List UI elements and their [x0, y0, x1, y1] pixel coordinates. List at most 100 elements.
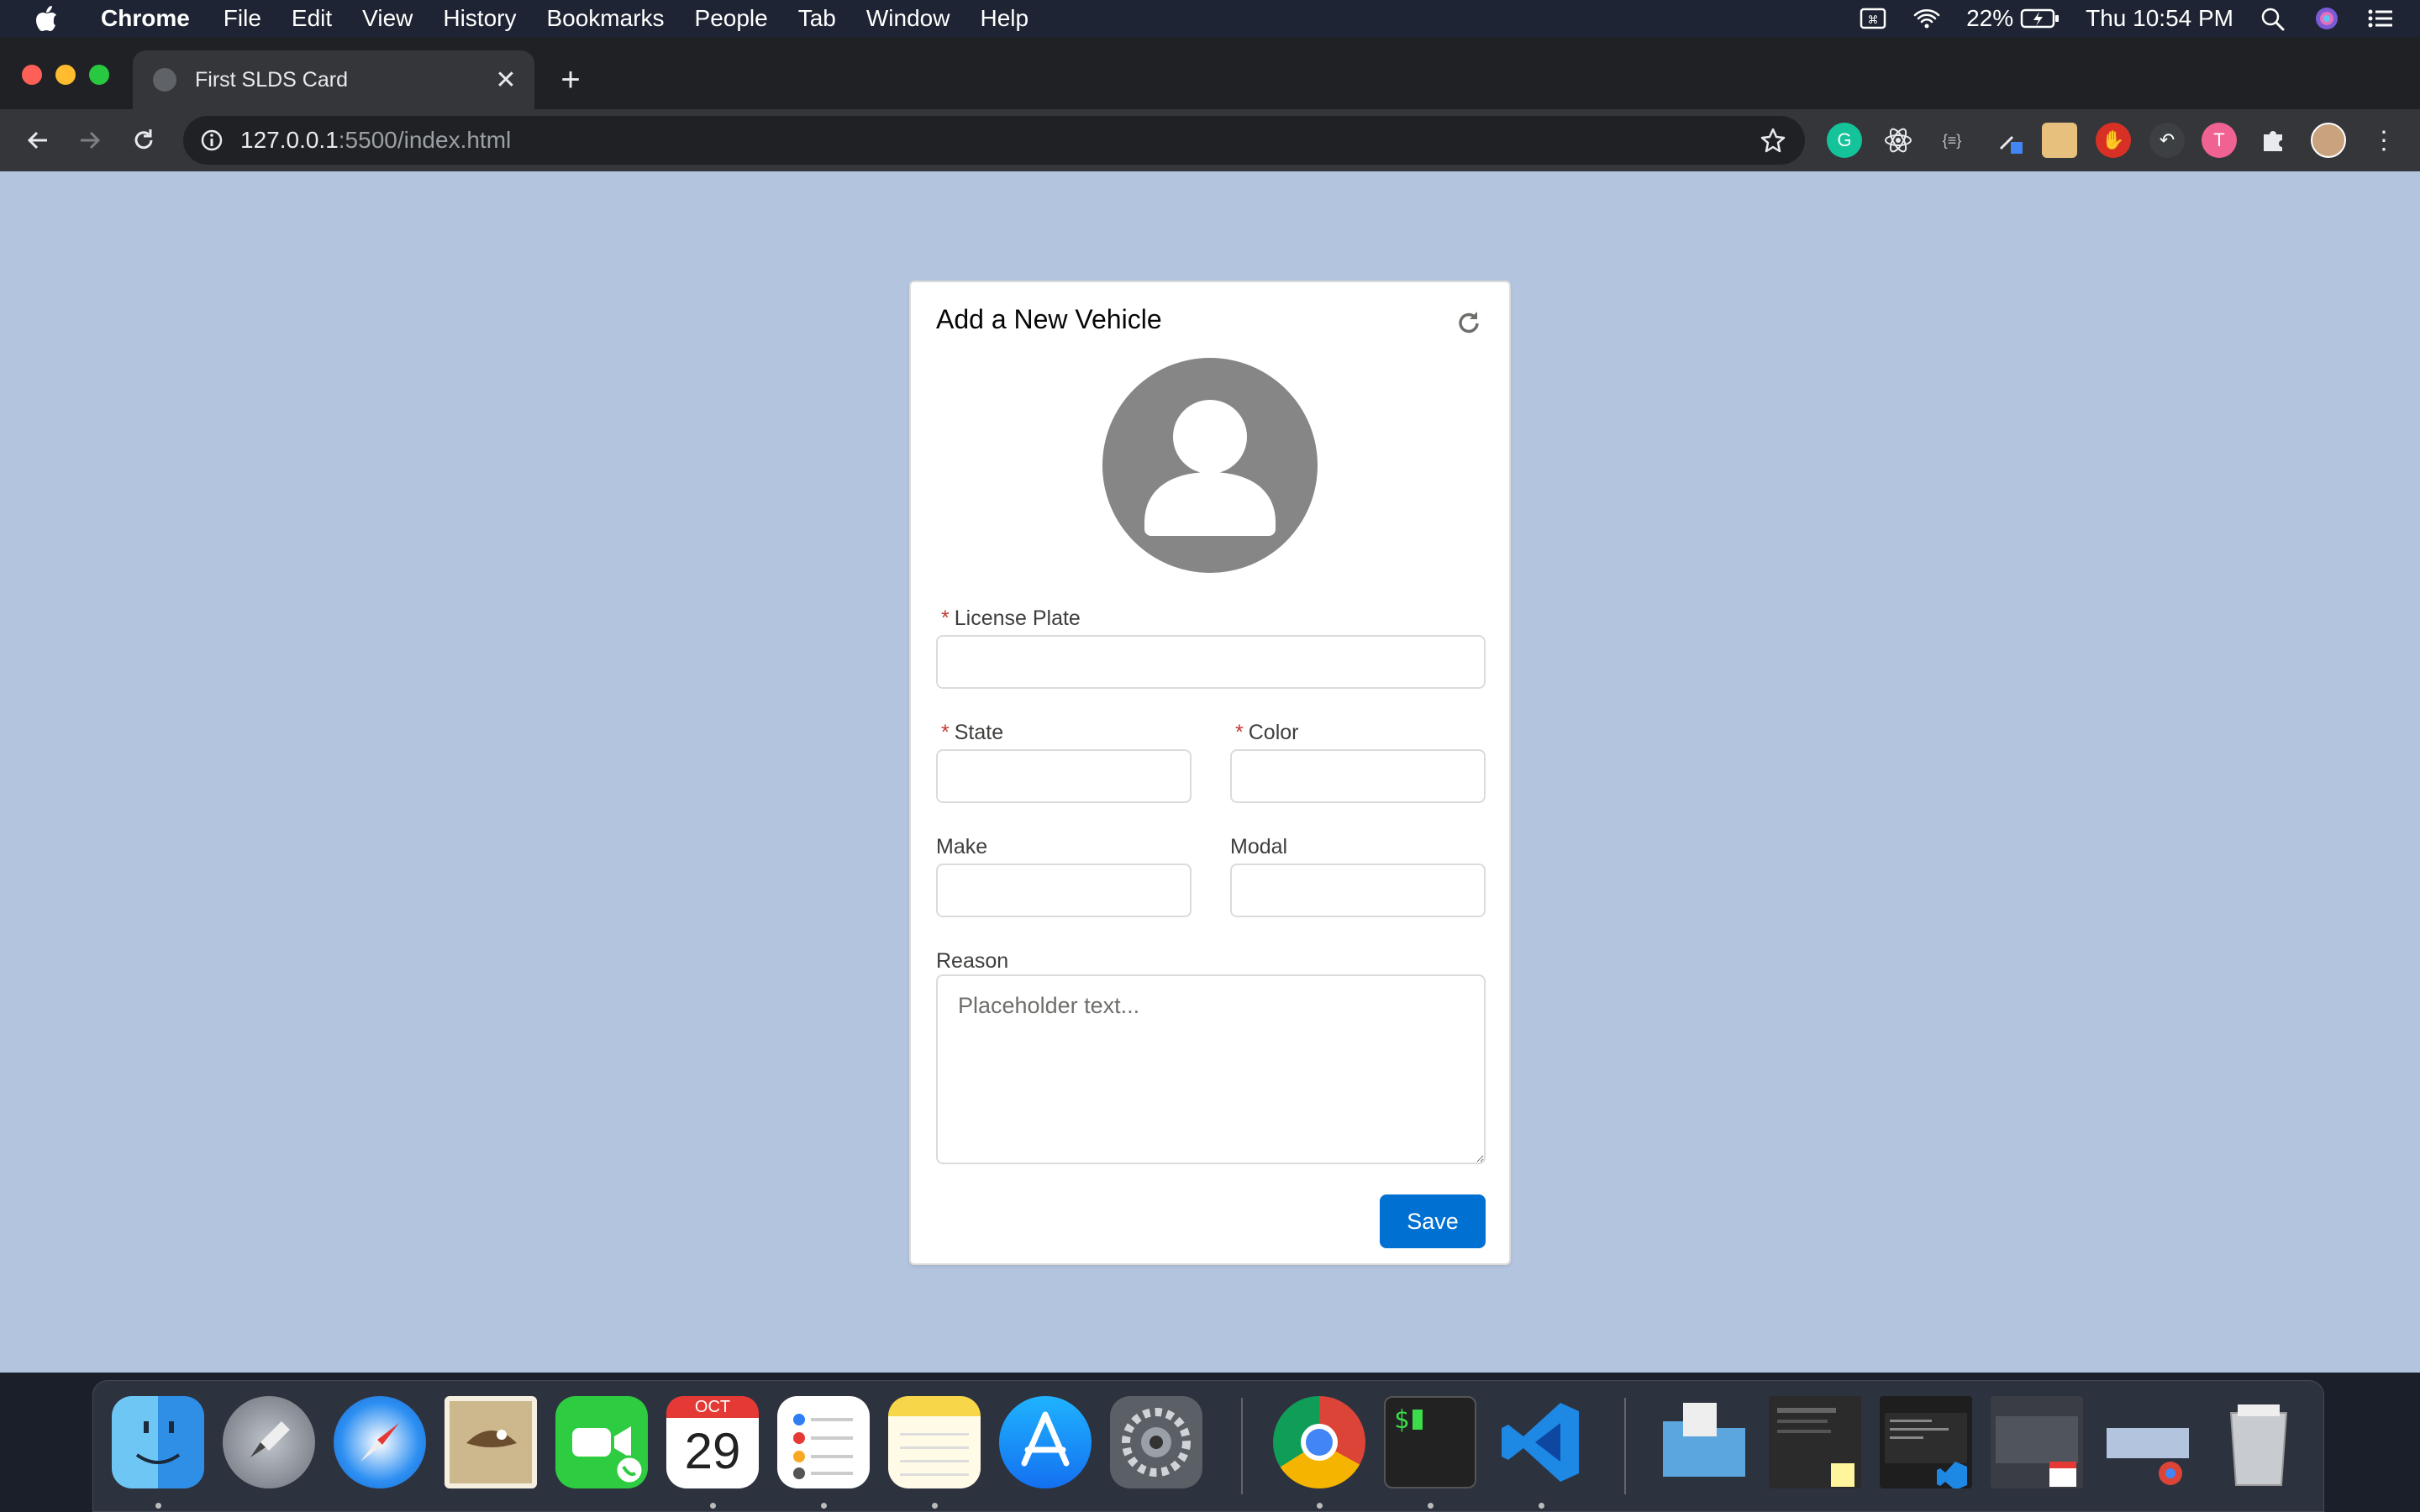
box-extension-icon[interactable]	[2042, 123, 2077, 158]
menu-edit[interactable]: Edit	[292, 5, 332, 32]
macos-dock: OCT 29 $	[92, 1380, 2324, 1512]
vscode-window-thumbnail[interactable]	[1880, 1396, 1972, 1490]
chrome-center-icon	[1301, 1424, 1338, 1461]
terminal-icon[interactable]: $	[1384, 1396, 1476, 1488]
trash-can-icon	[2229, 1404, 2288, 1486]
react-devtools-extension-icon[interactable]	[1881, 123, 1916, 158]
running-indicator	[1539, 1503, 1544, 1509]
bookmark-star-icon[interactable]	[1760, 127, 1786, 154]
running-indicator	[710, 1503, 716, 1509]
calendar-window-thumbnail[interactable]	[1991, 1396, 2083, 1488]
macos-menu-bar: Chrome File Edit View History Bookmarks …	[0, 0, 2420, 37]
reminders-icon[interactable]	[777, 1396, 870, 1488]
documents-icon	[1777, 1408, 1854, 1487]
system-preferences-icon[interactable]	[1110, 1396, 1202, 1488]
reload-button[interactable]	[121, 118, 166, 163]
address-bar[interactable]: 127.0.0.1:5500/index.html	[183, 116, 1805, 165]
maximize-window-button[interactable]	[89, 65, 109, 85]
finder-icon[interactable]	[112, 1396, 204, 1488]
info-icon[interactable]	[200, 129, 224, 152]
menu-bookmarks[interactable]: Bookmarks	[546, 5, 664, 32]
save-button[interactable]: Save	[1380, 1194, 1486, 1248]
calendar-day: 29	[684, 1423, 741, 1479]
running-indicator	[155, 1503, 161, 1509]
minimize-window-button[interactable]	[55, 65, 76, 85]
menu-view[interactable]: View	[362, 5, 413, 32]
running-indicator	[1317, 1503, 1323, 1509]
dock-separator	[1624, 1398, 1626, 1494]
running-indicator	[1428, 1503, 1434, 1509]
running-indicator	[932, 1503, 938, 1509]
folder-icon	[1663, 1403, 1745, 1477]
menu-window[interactable]: Window	[866, 5, 950, 32]
pink-extension-icon[interactable]: T	[2202, 123, 2237, 158]
chrome-icon[interactable]	[1273, 1396, 1365, 1488]
launchpad-icon[interactable]	[223, 1396, 315, 1488]
facetime-icon[interactable]	[555, 1396, 648, 1488]
safari-icon[interactable]	[334, 1396, 426, 1488]
make-input[interactable]	[936, 864, 1192, 917]
menu-app-name[interactable]: Chrome	[101, 5, 190, 32]
new-tab-button[interactable]: +	[550, 59, 592, 101]
battery-percent: 22%	[1966, 5, 2014, 31]
video-camera-icon	[572, 1426, 644, 1485]
modal-input[interactable]	[1230, 864, 1486, 917]
finder-face-icon	[135, 1421, 181, 1464]
license-plate-label: * License Plate	[941, 606, 1081, 631]
tab-first-slds-card[interactable]: First SLDS Card ✕	[133, 50, 534, 109]
svg-text:⌘: ⌘	[1868, 14, 1879, 27]
chrome-window-thumbnail[interactable]	[2102, 1396, 2194, 1488]
menu-file[interactable]: File	[224, 5, 261, 32]
siri-icon[interactable]	[2312, 6, 2341, 31]
downloads-folder-icon[interactable]	[1658, 1396, 1750, 1488]
profile-avatar[interactable]	[2311, 123, 2346, 158]
vscode-icon[interactable]	[1495, 1396, 1587, 1488]
chrome-window-icon	[2107, 1428, 2189, 1485]
svg-text:$: $	[1394, 1405, 1409, 1435]
license-plate-input[interactable]	[936, 635, 1486, 689]
notification-center-icon[interactable]	[2366, 6, 2395, 31]
mail-icon[interactable]	[445, 1396, 537, 1488]
menubar-clock[interactable]: Thu 10:54 PM	[2086, 5, 2233, 32]
menu-tab[interactable]: Tab	[798, 5, 836, 32]
wifi-icon[interactable]	[1912, 6, 1941, 31]
refresh-button[interactable]	[1454, 307, 1484, 338]
undo-extension-icon[interactable]: ↶	[2149, 123, 2185, 158]
color-picker-extension-icon[interactable]	[1991, 123, 2027, 158]
list-dots-icon	[793, 1414, 853, 1479]
menu-people[interactable]: People	[695, 5, 768, 32]
document-stack-icon[interactable]	[1769, 1396, 1861, 1488]
grammarly-extension-icon[interactable]: G	[1827, 123, 1862, 158]
spotlight-search-icon[interactable]	[2259, 6, 2287, 31]
tab-close-icon[interactable]: ✕	[489, 63, 523, 97]
menu-help[interactable]: Help	[980, 5, 1028, 32]
apple-menu-icon[interactable]	[34, 4, 59, 33]
calendar-month: OCT	[666, 1396, 759, 1418]
stop-hand-extension-icon[interactable]: ✋	[2096, 123, 2131, 158]
modal-label: Modal	[1230, 835, 1288, 858]
chrome-menu-icon[interactable]: ⋮	[2366, 123, 2402, 158]
atom-icon	[1885, 128, 1912, 153]
state-input[interactable]	[936, 749, 1192, 803]
extensions-puzzle-icon[interactable]	[2255, 123, 2291, 158]
color-input[interactable]	[1230, 749, 1486, 803]
reason-textarea[interactable]	[936, 974, 1486, 1164]
reload-icon	[134, 129, 153, 150]
forward-button[interactable]	[67, 118, 113, 163]
user-icon	[1144, 400, 1276, 536]
make-label: Make	[936, 835, 988, 858]
battery-status[interactable]: 22%	[1966, 5, 2060, 32]
terminal-prompt-icon: $	[1394, 1405, 1423, 1435]
card-title: Add a New Vehicle	[936, 304, 1162, 334]
menu-history[interactable]: History	[443, 5, 516, 32]
license-plate-label-text: License Plate	[954, 606, 1081, 630]
keyboard-shortcut-icon[interactable]: ⌘	[1859, 6, 1887, 31]
notes-icon[interactable]	[888, 1396, 981, 1488]
json-formatter-extension-icon[interactable]: {≡}	[1934, 123, 1970, 158]
back-button[interactable]	[15, 118, 60, 163]
user-avatar	[1102, 358, 1318, 573]
calendar-icon[interactable]: OCT 29	[666, 1396, 759, 1488]
trash-icon[interactable]	[2212, 1396, 2305, 1488]
app-store-icon[interactable]	[999, 1396, 1092, 1488]
close-window-button[interactable]	[22, 65, 42, 85]
